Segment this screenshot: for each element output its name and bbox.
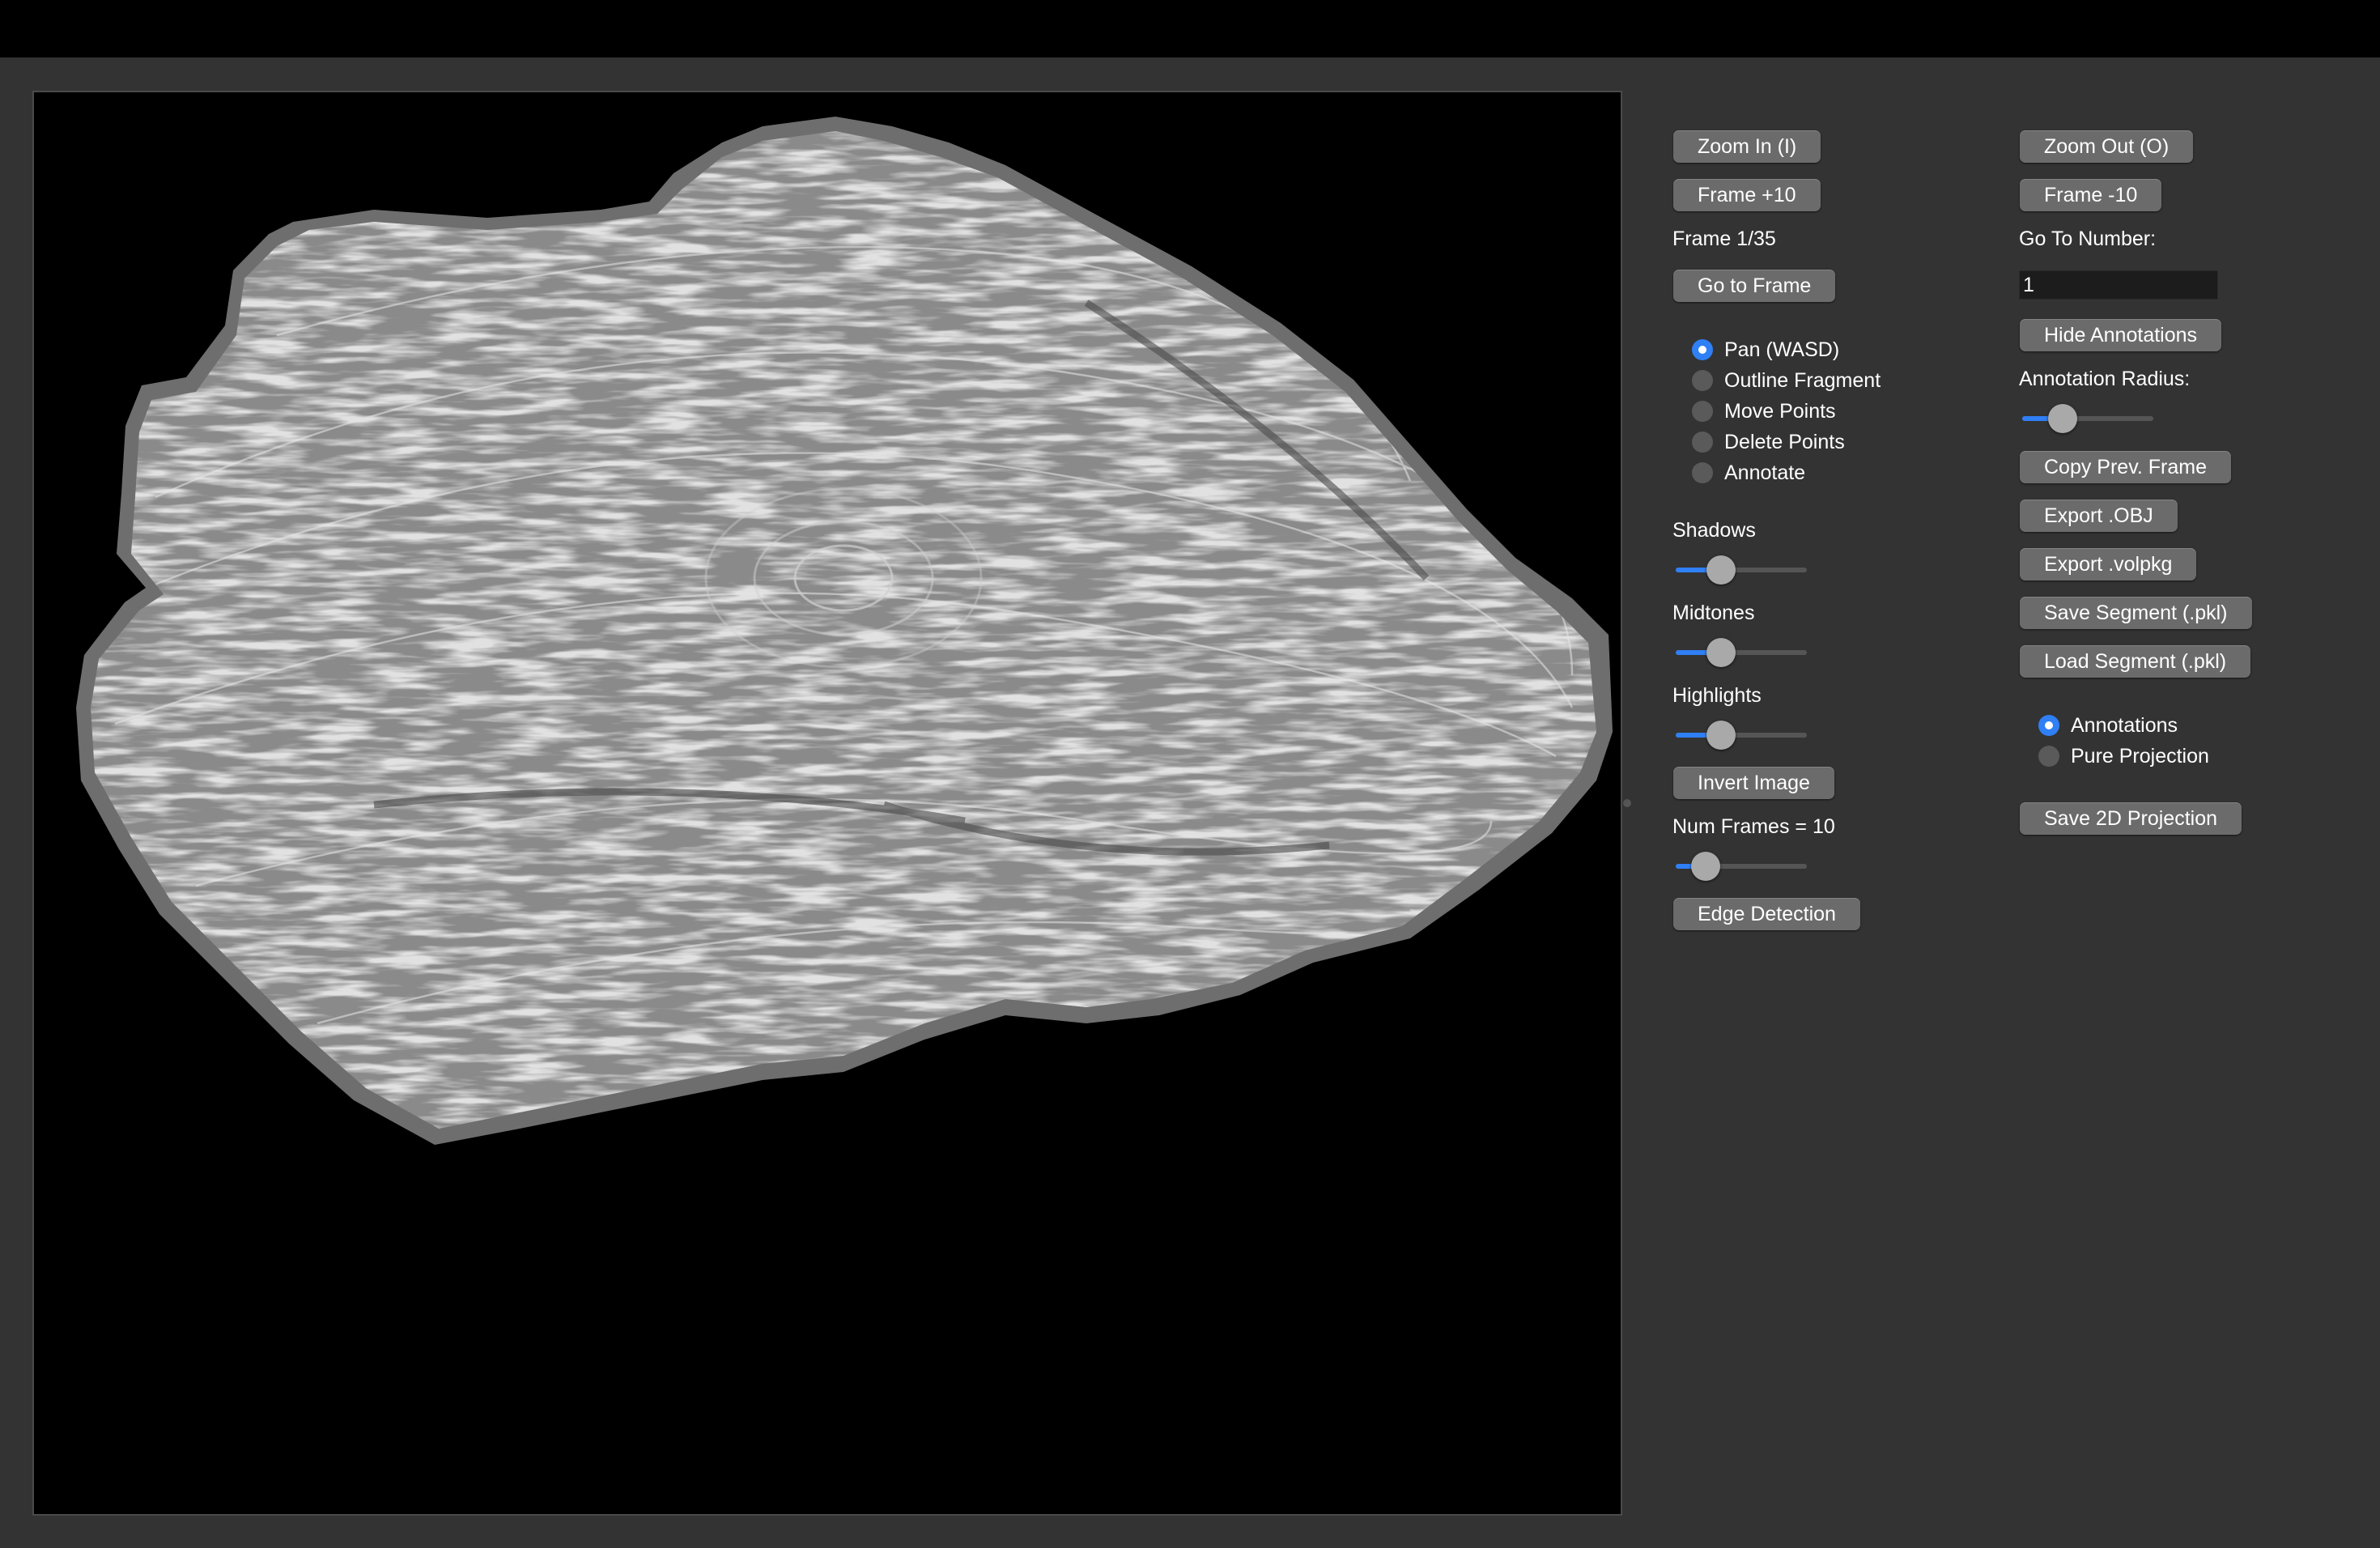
export-volpkg-button[interactable]: Export .volpkg — [2020, 548, 2197, 580]
radio-indicator — [1692, 432, 1713, 453]
zoom-in-button[interactable]: Zoom In (I) — [1673, 130, 1821, 163]
highlights-label: Highlights — [1672, 684, 1762, 707]
annotation-radius-slider[interactable] — [2022, 404, 2153, 433]
fragment-body — [91, 131, 1596, 1129]
num-frames-label: Num Frames = 10 — [1672, 815, 1835, 838]
go-to-number-label: Go To Number: — [2019, 228, 2157, 250]
slider-knob[interactable] — [1706, 721, 1736, 750]
radio-label: Annotations — [2071, 714, 2178, 737]
frame-minus-10-button[interactable]: Frame -10 — [2020, 179, 2162, 211]
radio-label: Pan (WASD) — [1724, 338, 1840, 361]
splitter-handle[interactable] — [1623, 799, 1631, 807]
radio-label: Outline Fragment — [1724, 369, 1881, 392]
radio-indicator — [1692, 370, 1713, 391]
frame-status-label: Frame 1/35 — [1672, 228, 1776, 250]
ct-scan-slice-icon — [76, 117, 1613, 1145]
image-canvas[interactable] — [32, 91, 1622, 1516]
radio-indicator — [1692, 401, 1713, 422]
zoom-out-button[interactable]: Zoom Out (O) — [2020, 130, 2194, 163]
hide-annotations-button[interactable]: Hide Annotations — [2020, 319, 2222, 351]
save-segment-button[interactable]: Save Segment (.pkl) — [2020, 597, 2252, 629]
go-to-frame-button[interactable]: Go to Frame — [1673, 270, 1836, 302]
shadows-label: Shadows — [1672, 519, 1756, 542]
radio-label: Delete Points — [1724, 431, 1845, 453]
window-titlebar — [0, 0, 2380, 57]
slider-knob[interactable] — [1706, 638, 1736, 667]
slider-knob[interactable] — [2047, 404, 2077, 433]
shadows-slider[interactable] — [1676, 555, 1807, 585]
save-2d-projection-button[interactable]: Save 2D Projection — [2020, 802, 2242, 835]
radio-label: Move Points — [1724, 400, 1836, 423]
edge-detection-button[interactable]: Edge Detection — [1673, 898, 1860, 930]
go-to-number-input[interactable]: 1 — [2019, 270, 2218, 300]
annotation-radius-label: Annotation Radius: — [2019, 368, 2191, 390]
slider-knob[interactable] — [1706, 555, 1736, 585]
radio-indicator — [1692, 462, 1713, 483]
copy-prev-frame-button[interactable]: Copy Prev. Frame — [2020, 451, 2231, 483]
radio-label: Annotate — [1724, 461, 1806, 484]
radio-indicator — [1692, 339, 1713, 360]
radio-indicator — [2038, 715, 2059, 736]
frame-plus-10-button[interactable]: Frame +10 — [1673, 179, 1821, 211]
export-obj-button[interactable]: Export .OBJ — [2020, 500, 2178, 532]
radio-indicator — [2038, 746, 2059, 767]
invert-image-button[interactable]: Invert Image — [1673, 767, 1834, 799]
midtones-label: Midtones — [1672, 602, 1755, 624]
load-segment-button[interactable]: Load Segment (.pkl) — [2020, 645, 2251, 678]
radio-label: Pure Projection — [2071, 745, 2209, 768]
highlights-slider[interactable] — [1676, 721, 1807, 750]
midtones-slider[interactable] — [1676, 638, 1807, 667]
slider-knob[interactable] — [1690, 852, 1720, 881]
num-frames-slider[interactable] — [1676, 852, 1807, 881]
